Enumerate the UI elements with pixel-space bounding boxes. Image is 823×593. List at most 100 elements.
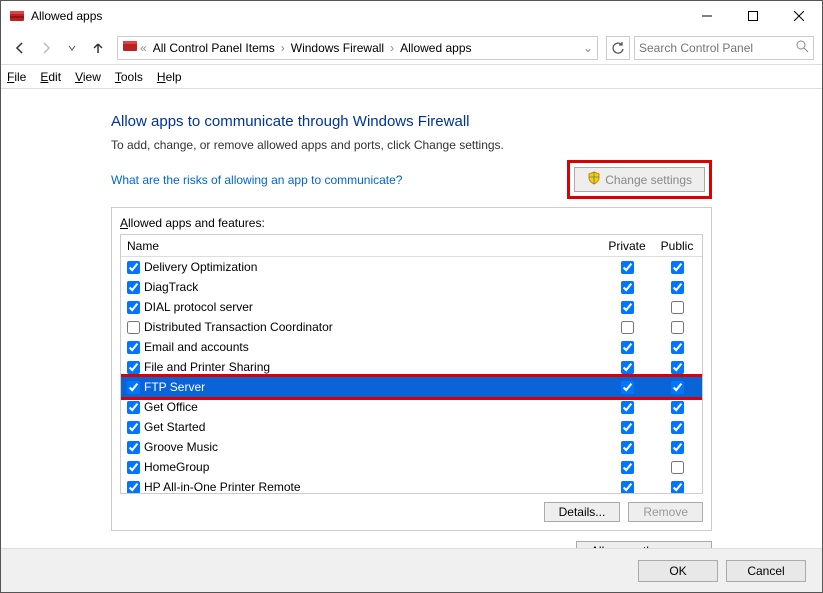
close-button[interactable]	[776, 1, 822, 31]
cancel-button[interactable]: Cancel	[726, 560, 806, 582]
list-header: Name Private Public	[121, 235, 702, 257]
menu-view[interactable]: View	[75, 70, 101, 84]
up-button[interactable]	[87, 37, 109, 59]
checkbox[interactable]	[621, 361, 634, 374]
chevron-right-icon: ›	[281, 41, 285, 55]
search-input[interactable]	[639, 41, 796, 55]
minimize-button[interactable]	[684, 1, 730, 31]
checkbox[interactable]	[127, 421, 140, 434]
checkbox[interactable]	[671, 301, 684, 314]
checkbox[interactable]	[127, 301, 140, 314]
list-row[interactable]: FTP Server	[121, 377, 702, 397]
allow-another-app-button[interactable]: Allow another app...	[576, 541, 712, 548]
change-settings-button[interactable]: Change settings	[574, 167, 705, 192]
app-name: Groove Music	[144, 440, 218, 454]
menu-help[interactable]: Help	[157, 70, 182, 84]
refresh-button[interactable]	[606, 36, 630, 60]
checkbox[interactable]	[621, 401, 634, 414]
checkbox[interactable]	[127, 261, 140, 274]
checkbox[interactable]	[127, 481, 140, 494]
checkbox[interactable]	[127, 361, 140, 374]
list-row[interactable]: File and Printer Sharing	[121, 357, 702, 377]
menu-edit[interactable]: Edit	[40, 70, 61, 84]
content-area: Allow apps to communicate through Window…	[1, 89, 822, 548]
list-row[interactable]: Get Started	[121, 417, 702, 437]
remove-button[interactable]: Remove	[628, 502, 703, 522]
dialog-footer: OK Cancel	[1, 548, 822, 592]
forward-button[interactable]	[35, 37, 57, 59]
list-row[interactable]: Email and accounts	[121, 337, 702, 357]
checkbox[interactable]	[671, 401, 684, 414]
breadcrumb-item[interactable]: Windows Firewall	[287, 41, 388, 55]
checkbox[interactable]	[127, 321, 140, 334]
checkbox[interactable]	[621, 441, 634, 454]
search-box[interactable]	[634, 36, 814, 60]
menu-bar: File Edit View Tools Help	[1, 65, 822, 89]
breadcrumb-item[interactable]: All Control Panel Items	[149, 41, 279, 55]
checkbox[interactable]	[621, 321, 634, 334]
list-row[interactable]: Distributed Transaction Coordinator	[121, 317, 702, 337]
col-private[interactable]: Private	[602, 239, 652, 253]
checkbox[interactable]	[621, 261, 634, 274]
app-name: File and Printer Sharing	[144, 360, 270, 374]
list-row[interactable]: DIAL protocol server	[121, 297, 702, 317]
title-bar: Allowed apps	[1, 1, 822, 31]
firewall-icon	[122, 38, 138, 57]
col-public[interactable]: Public	[652, 239, 702, 253]
list-row[interactable]: HP All-in-One Printer Remote	[121, 477, 702, 493]
checkbox[interactable]	[671, 361, 684, 374]
checkbox[interactable]	[671, 381, 684, 394]
menu-tools[interactable]: Tools	[115, 70, 143, 84]
checkbox[interactable]	[621, 301, 634, 314]
checkbox[interactable]	[671, 341, 684, 354]
checkbox[interactable]	[671, 261, 684, 274]
shield-icon	[587, 171, 601, 188]
apps-listbox: Name Private Public Delivery Optimizatio…	[120, 234, 703, 494]
checkbox[interactable]	[127, 461, 140, 474]
ok-button[interactable]: OK	[638, 560, 718, 582]
checkbox[interactable]	[671, 321, 684, 334]
recent-dropdown[interactable]	[61, 37, 83, 59]
maximize-button[interactable]	[730, 1, 776, 31]
checkbox[interactable]	[621, 281, 634, 294]
checkbox[interactable]	[127, 381, 140, 394]
list-row[interactable]: Get Office	[121, 397, 702, 417]
app-name: HomeGroup	[144, 460, 209, 474]
checkbox[interactable]	[671, 481, 684, 494]
app-name: Email and accounts	[144, 340, 249, 354]
breadcrumb[interactable]: « All Control Panel Items › Windows Fire…	[117, 36, 598, 60]
app-name: DIAL protocol server	[144, 300, 253, 314]
checkbox[interactable]	[621, 481, 634, 494]
chevron-icon: «	[140, 41, 147, 55]
app-name: HP All-in-One Printer Remote	[144, 480, 301, 493]
page-heading: Allow apps to communicate through Window…	[111, 113, 712, 130]
list-scroll[interactable]: Delivery OptimizationDiagTrack DIAL proto…	[121, 257, 702, 493]
firewall-icon	[9, 8, 25, 24]
checkbox[interactable]	[671, 441, 684, 454]
checkbox[interactable]	[127, 401, 140, 414]
risks-link[interactable]: What are the risks of allowing an app to…	[111, 173, 567, 187]
list-row[interactable]: Groove Music	[121, 437, 702, 457]
chevron-down-icon[interactable]: ⌄	[583, 41, 593, 55]
checkbox[interactable]	[671, 281, 684, 294]
checkbox[interactable]	[127, 441, 140, 454]
breadcrumb-item[interactable]: Allowed apps	[396, 41, 475, 55]
list-row[interactable]: HomeGroup	[121, 457, 702, 477]
highlight-box: Change settings	[567, 160, 712, 199]
details-button[interactable]: Details...	[544, 502, 621, 522]
checkbox[interactable]	[621, 461, 634, 474]
app-name: Distributed Transaction Coordinator	[144, 320, 333, 334]
checkbox[interactable]	[671, 461, 684, 474]
panel-label: Allowed apps and features:	[120, 216, 703, 230]
list-row[interactable]: DiagTrack	[121, 277, 702, 297]
checkbox[interactable]	[671, 421, 684, 434]
col-name[interactable]: Name	[121, 239, 602, 253]
menu-file[interactable]: File	[7, 70, 26, 84]
checkbox[interactable]	[127, 281, 140, 294]
back-button[interactable]	[9, 37, 31, 59]
checkbox[interactable]	[127, 341, 140, 354]
checkbox[interactable]	[621, 421, 634, 434]
checkbox[interactable]	[621, 381, 634, 394]
checkbox[interactable]	[621, 341, 634, 354]
list-row[interactable]: Delivery Optimization	[121, 257, 702, 277]
